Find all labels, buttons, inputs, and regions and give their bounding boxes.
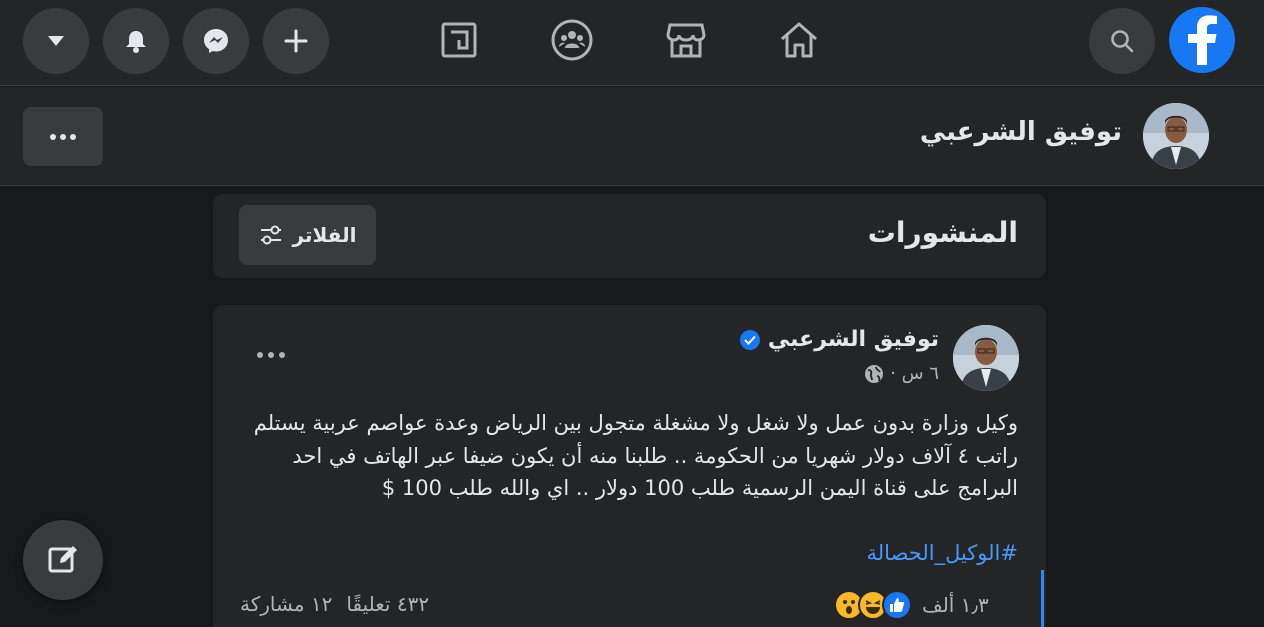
person-photo-icon (953, 325, 1019, 391)
verified-badge-icon (739, 329, 760, 350)
post-author-name[interactable]: توفيق الشرعبي (768, 327, 939, 352)
post-time[interactable]: ٦ س · (890, 363, 939, 384)
profile-more-button[interactable] (23, 107, 103, 166)
scrollbar[interactable] (1041, 570, 1044, 627)
compose-button[interactable] (23, 520, 103, 600)
account-menu-button[interactable] (23, 8, 89, 74)
messenger-button[interactable] (183, 8, 249, 74)
comments-count[interactable]: ٤٣٢ تعليقًا (346, 592, 429, 616)
post-author-avatar[interactable] (953, 325, 1019, 391)
sliders-icon (260, 225, 281, 245)
home-tab[interactable] (776, 17, 822, 63)
marketplace-icon (666, 23, 706, 58)
reactions-count: ١٫٣ ألف (922, 593, 989, 617)
more-horizontal-icon (257, 352, 285, 358)
posts-title: المنشورات (867, 216, 1018, 249)
notifications-button[interactable] (103, 8, 169, 74)
posts-header-card: المنشورات الفلاتر (213, 194, 1046, 278)
person-photo-icon (1143, 103, 1209, 169)
top-navigation-bar (0, 0, 1264, 86)
caret-down-icon (48, 36, 64, 46)
more-horizontal-icon (50, 133, 76, 140)
groups-tab[interactable] (549, 17, 595, 63)
search-icon (1111, 30, 1134, 53)
filters-label: الفلاتر (292, 223, 357, 247)
reaction-icons (834, 590, 912, 620)
feeds-tab[interactable] (436, 17, 482, 63)
filters-button[interactable]: الفلاتر (239, 205, 376, 265)
post-options-button[interactable] (253, 345, 289, 365)
plus-icon (284, 29, 308, 53)
reactions-summary[interactable]: ١٫٣ ألف (834, 590, 989, 620)
like-reaction-icon (882, 590, 912, 620)
engagement-stats: ٤٣٢ تعليقًا ١٢ مشاركة (240, 592, 429, 616)
home-icon (781, 22, 817, 58)
post-card: توفيق الشرعبي ٦ س · وكيل وزارة بدون عمل … (213, 305, 1046, 627)
facebook-logo[interactable] (1169, 7, 1235, 73)
globe-icon (865, 364, 884, 383)
post-meta: ٦ س · (864, 363, 939, 384)
post-text: وكيل وزارة بدون عمل ولا شغل ولا مشغلة مت… (253, 411, 1018, 500)
profile-name[interactable]: توفيق الشرعبي (920, 117, 1122, 147)
marketplace-tab[interactable] (663, 17, 709, 63)
shares-count[interactable]: ١٢ مشاركة (240, 592, 332, 616)
bell-icon (126, 31, 146, 53)
create-button[interactable] (263, 8, 329, 74)
post-hashtag[interactable]: #الوكيل_الحصالة (867, 541, 1018, 565)
groups-icon (551, 19, 593, 61)
search-button[interactable] (1089, 8, 1155, 74)
profile-avatar[interactable] (1143, 103, 1209, 169)
messenger-icon (204, 29, 228, 53)
profile-header: توفيق الشرعبي (0, 87, 1264, 186)
facebook-f-icon (1188, 15, 1217, 65)
feeds-icon (441, 22, 477, 58)
edit-icon (48, 546, 77, 573)
post-author-header: توفيق الشرعبي (739, 327, 939, 352)
